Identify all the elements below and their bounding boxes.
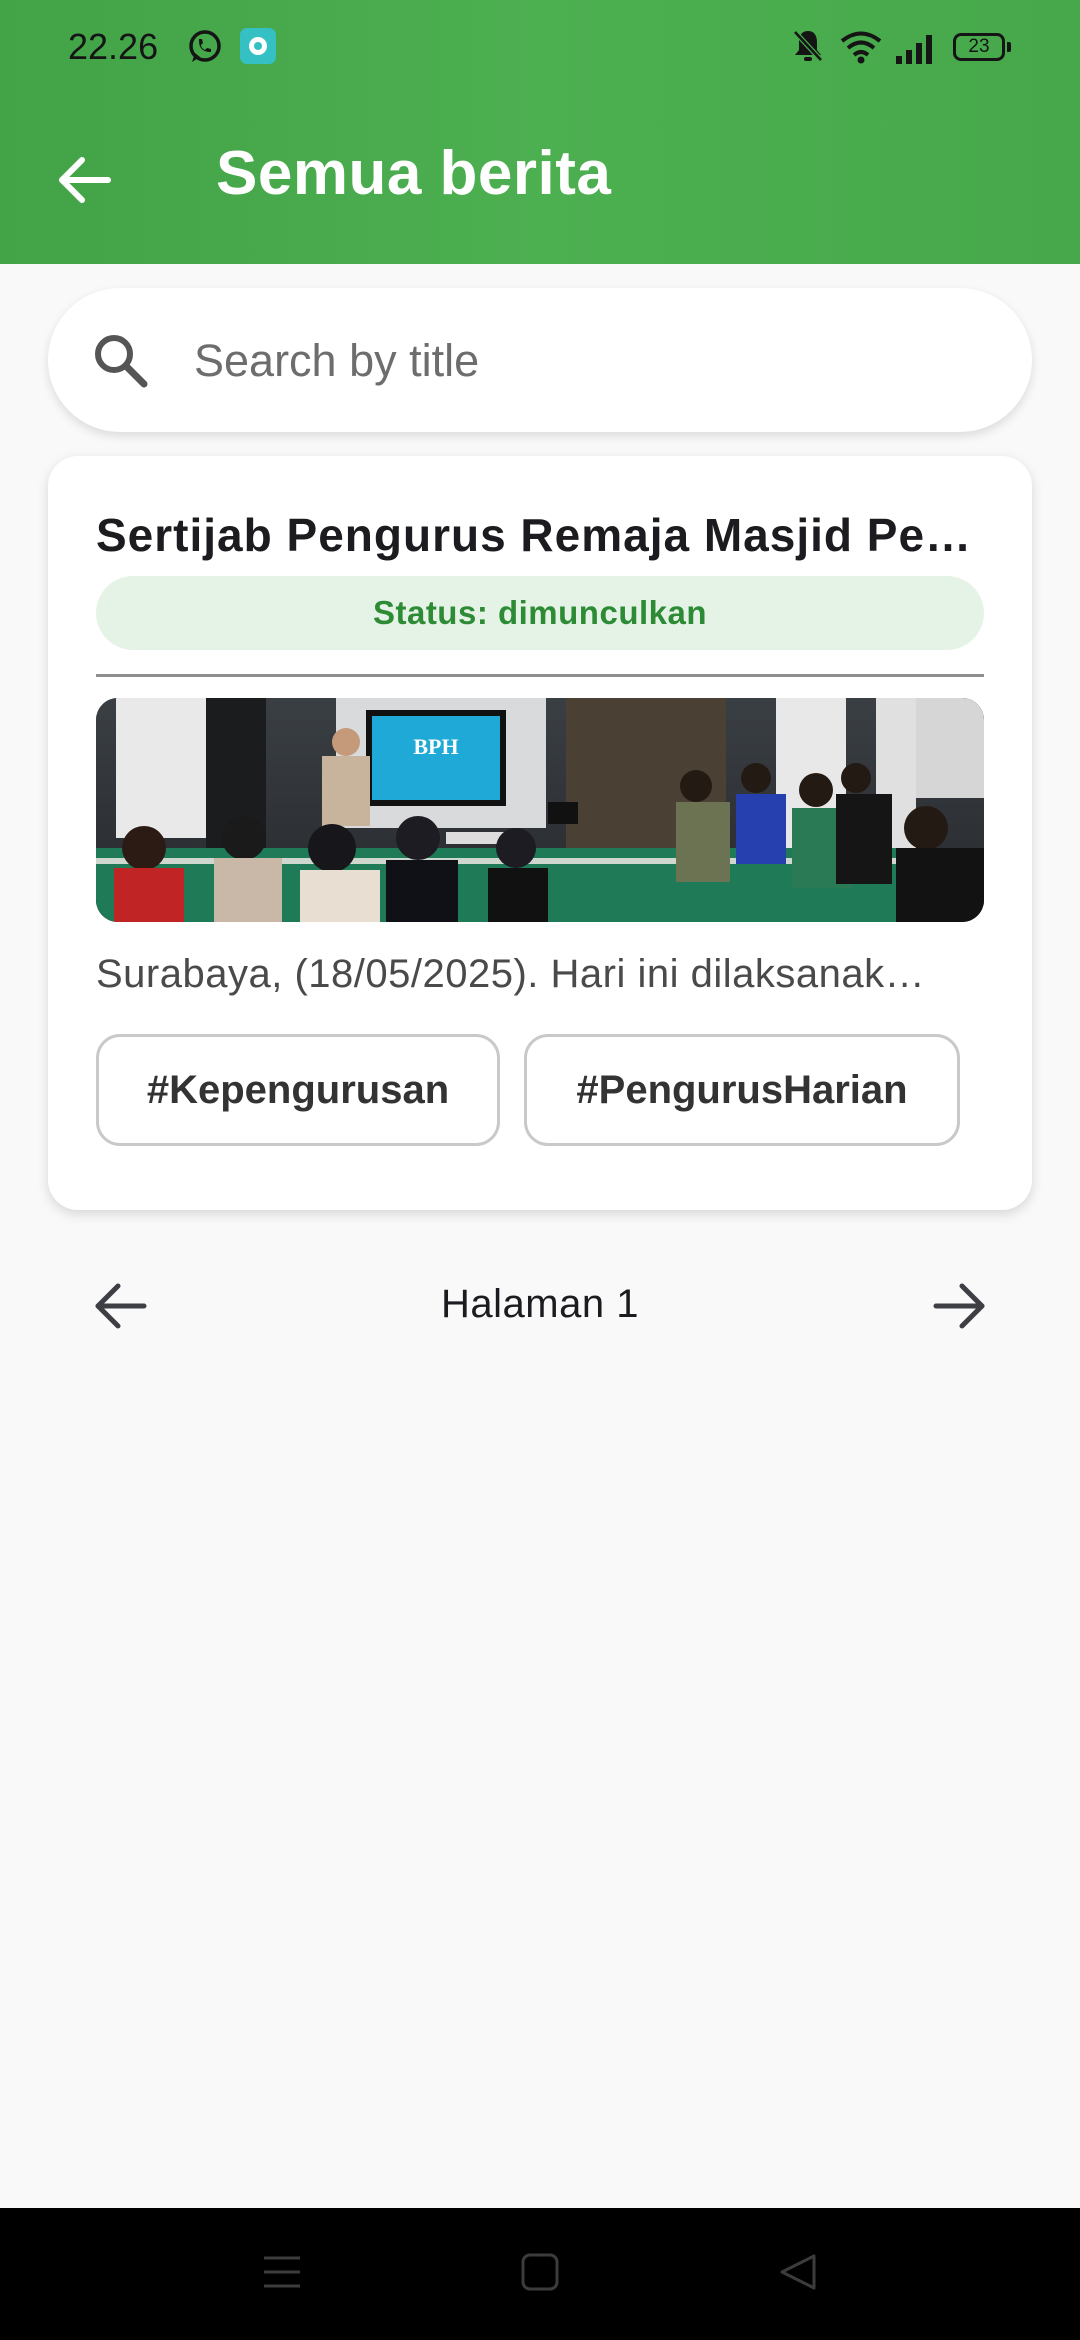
page-title: Semua berita	[216, 139, 612, 208]
photo-screen-text: BPH	[413, 734, 458, 759]
search-bar[interactable]	[48, 288, 1032, 432]
back-triangle-icon[interactable]	[778, 2252, 818, 2292]
news-card[interactable]: Sertijab Pengurus Remaja Masjid Pe… Stat…	[48, 456, 1032, 1210]
chat-app-icon	[240, 28, 276, 64]
menu-icon[interactable]	[262, 2252, 302, 2292]
search-icon	[95, 335, 148, 388]
bell-off-icon	[793, 30, 823, 62]
tag-chip[interactable]: #Kepengurusan	[96, 1034, 500, 1146]
pagination: Halaman 1	[0, 1256, 1080, 1356]
battery-icon: 23	[953, 33, 1011, 61]
news-excerpt: Surabaya, (18/05/2025). Hari ini dilaksa…	[96, 952, 926, 996]
tag-list: #Kepengurusan #PengurusHarian	[96, 1034, 984, 1152]
page-label: Halaman 1	[441, 1282, 639, 1326]
tag-chip[interactable]: #PengurusHarian	[524, 1034, 960, 1146]
signal-icon	[896, 35, 932, 64]
home-icon[interactable]	[520, 2252, 560, 2292]
system-nav-bar	[0, 2208, 1080, 2340]
news-photo: BPH	[96, 698, 984, 922]
wifi-icon	[840, 31, 882, 64]
news-image: BPH	[96, 698, 984, 922]
search-input[interactable]	[192, 322, 996, 400]
status-bar: 22.26 23	[0, 0, 1080, 96]
arrow-back-icon[interactable]	[54, 150, 114, 210]
whatsapp-icon	[189, 30, 221, 62]
news-title: Sertijab Pengurus Remaja Masjid Pe…	[96, 509, 973, 561]
status-badge: Status: dimunculkan	[96, 576, 984, 650]
divider	[96, 674, 984, 677]
status-time: 22.26	[68, 26, 159, 67]
app-bar: 22.26 23 Semua berita	[0, 0, 1080, 264]
arrow-right-icon[interactable]	[932, 1278, 988, 1334]
